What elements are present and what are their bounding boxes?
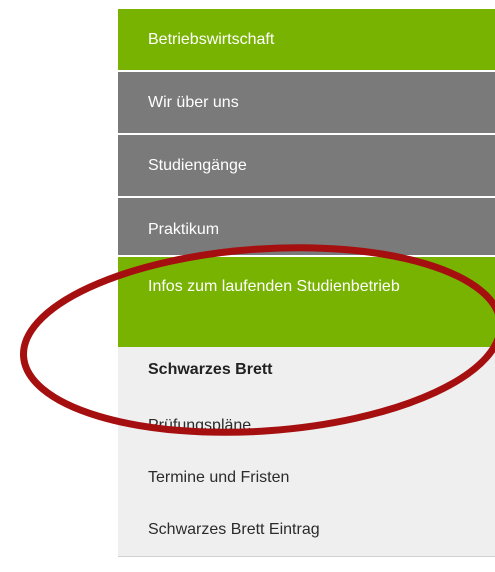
subnav-item-pruefungsplaene[interactable]: Prüfungspläne bbox=[118, 401, 495, 453]
page: Betriebswirtschaft Wir über uns Studieng… bbox=[0, 0, 495, 572]
nav-item-studiengaenge[interactable]: Studiengänge bbox=[118, 135, 495, 198]
nav-item-infos-laufender-studienbetrieb[interactable]: Infos zum laufenden Studienbetrieb bbox=[118, 257, 495, 347]
nav-item-wir-ueber-uns[interactable]: Wir über uns bbox=[118, 72, 495, 135]
nav-item-betriebswirtschaft[interactable]: Betriebswirtschaft bbox=[118, 9, 495, 72]
subnav-item-schwarzes-brett[interactable]: Schwarzes Brett bbox=[118, 347, 495, 401]
subnav-item-termine-und-fristen[interactable]: Termine und Fristen bbox=[118, 453, 495, 505]
nav-item-praktikum[interactable]: Praktikum bbox=[118, 198, 495, 257]
subnav-item-schwarzes-brett-eintrag[interactable]: Schwarzes Brett Eintrag bbox=[118, 505, 495, 557]
sidebar-navigation: Betriebswirtschaft Wir über uns Studieng… bbox=[118, 9, 495, 557]
